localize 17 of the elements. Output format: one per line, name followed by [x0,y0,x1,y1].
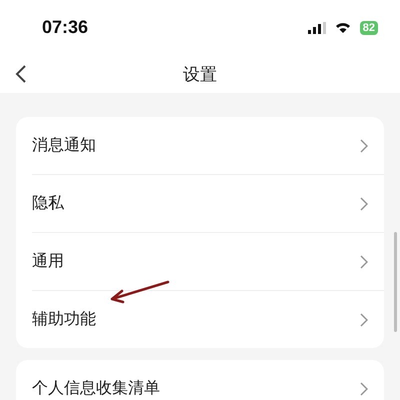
signal-icon [308,22,326,34]
settings-item[interactable]: 隐私 [32,193,64,214]
battery-level: 82 [360,20,378,34]
chevron-icon [360,196,368,210]
chevron-icon [360,312,368,326]
settings-item[interactable]: 消息通知 [32,135,96,156]
chevron-icon [360,254,368,268]
settings-item[interactable]: 个人信息收集清单 [32,378,160,399]
annotation-arrow [108,280,170,304]
status-time: 07:36 [42,17,88,38]
settings-item[interactable]: 通用 [32,251,64,272]
chevron-icon [360,138,368,152]
back-icon[interactable] [15,65,27,83]
settings-item[interactable]: 辅助功能 [32,309,96,330]
page-title: 设置 [183,64,217,86]
wifi-icon [334,22,351,34]
chevron-icon [360,382,368,396]
